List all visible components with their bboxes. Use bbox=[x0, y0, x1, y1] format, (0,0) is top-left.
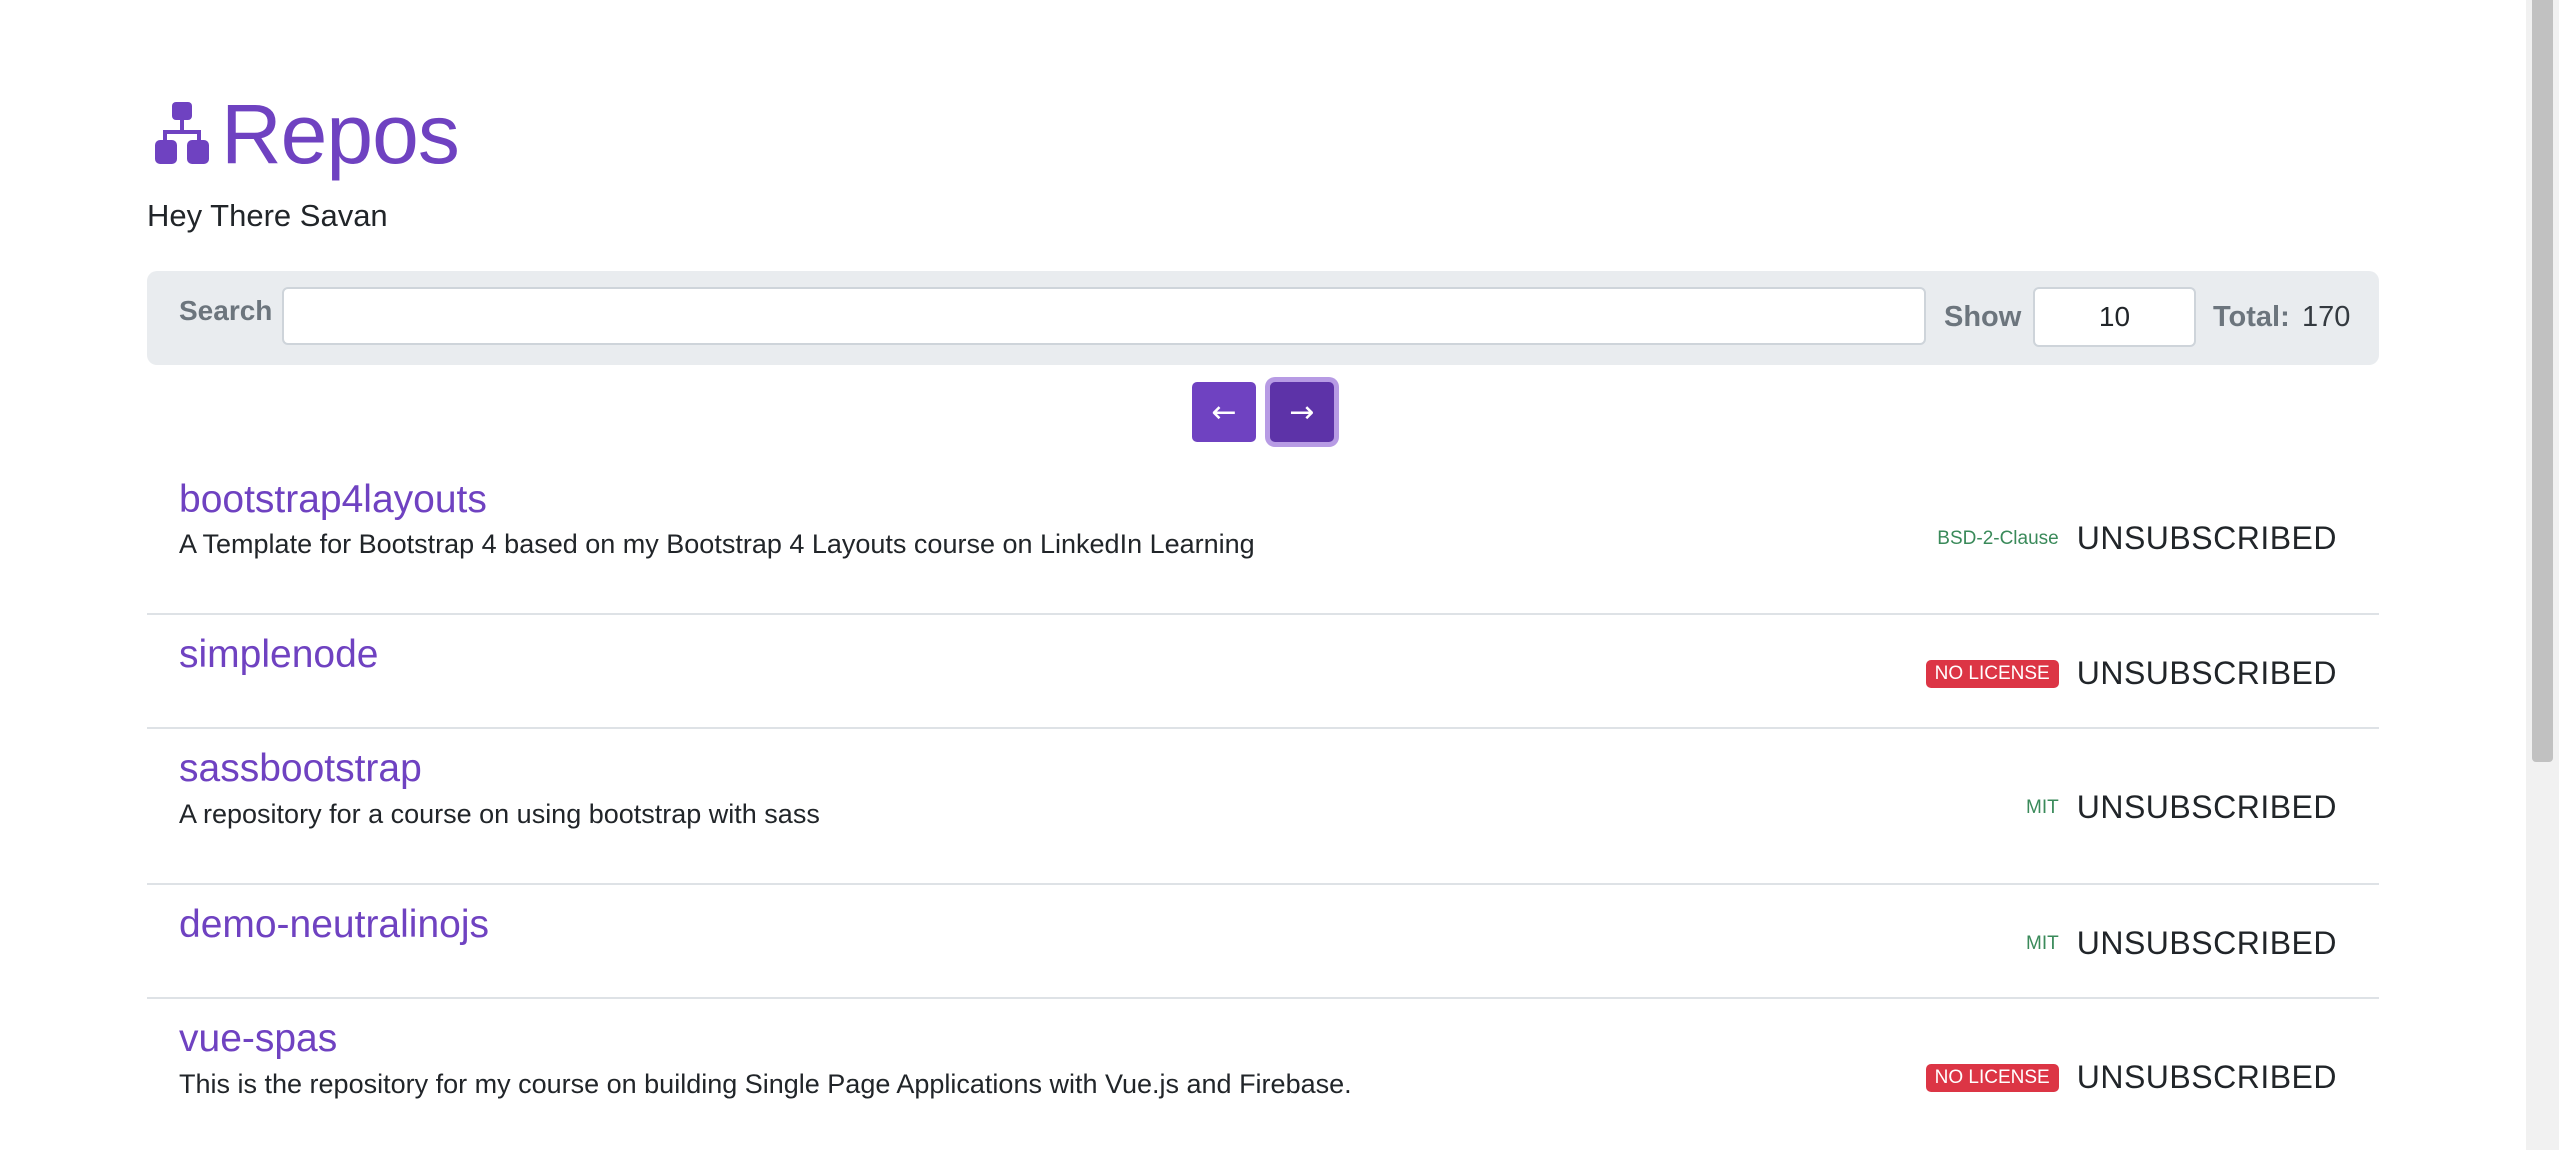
repo-name-link[interactable]: sassbootstrap bbox=[179, 747, 422, 791]
license-badge: MIT bbox=[2026, 932, 2059, 954]
page-header: Repos bbox=[155, 84, 460, 184]
search-toolbar: Search Show Total: 170 bbox=[147, 271, 2379, 365]
previous-page-button[interactable]: ← bbox=[1192, 382, 1256, 442]
total-label: Total: bbox=[2213, 301, 2290, 333]
repo-item: sassbootstrap A repository for a course … bbox=[147, 729, 2379, 885]
repo-meta: MIT UNSUBSCRIBED bbox=[2026, 789, 2337, 826]
subscription-status[interactable]: UNSUBSCRIBED bbox=[2077, 789, 2337, 826]
subscription-status[interactable]: UNSUBSCRIBED bbox=[2077, 1059, 2337, 1096]
repo-item: demo-neutralinojs MIT UNSUBSCRIBED bbox=[147, 885, 2379, 999]
repo-meta: NO LICENSE UNSUBSCRIBED bbox=[1925, 655, 2337, 692]
search-label: Search bbox=[179, 295, 273, 326]
repo-list: bootstrap4layouts A Template for Bootstr… bbox=[147, 455, 2379, 1149]
total-count: 170 bbox=[2302, 301, 2351, 333]
repo-item: simplenode NO LICENSE UNSUBSCRIBED bbox=[147, 615, 2379, 729]
page: Repos Hey There Savan Search Show Total:… bbox=[0, 0, 2559, 1150]
greeting-text: Hey There Savan bbox=[147, 198, 388, 233]
subscription-status[interactable]: UNSUBSCRIBED bbox=[2077, 520, 2337, 557]
no-license-badge: NO LICENSE bbox=[1925, 1063, 2059, 1092]
arrow-right-icon: → bbox=[1289, 394, 1315, 430]
repo-description: This is the repository for my course on … bbox=[179, 1069, 1352, 1099]
repo-meta: NO LICENSE UNSUBSCRIBED bbox=[1925, 1059, 2337, 1096]
repo-meta: BSD-2-Clause UNSUBSCRIBED bbox=[1937, 520, 2337, 557]
repo-description: A repository for a course on using boots… bbox=[179, 799, 820, 829]
no-license-badge: NO LICENSE bbox=[1925, 659, 2059, 688]
vertical-scrollbar[interactable] bbox=[2526, 0, 2559, 1150]
license-badge: BSD-2-Clause bbox=[1937, 527, 2059, 549]
scrollbar-thumb[interactable] bbox=[2532, 0, 2553, 762]
page-title: Repos bbox=[221, 87, 460, 181]
repo-name-link[interactable]: demo-neutralinojs bbox=[179, 903, 489, 947]
repo-item: vue-spas This is the repository for my c… bbox=[147, 999, 2379, 1149]
repo-name-link[interactable]: vue-spas bbox=[179, 1017, 337, 1061]
arrow-left-icon: ← bbox=[1211, 394, 1237, 430]
page-size-input[interactable] bbox=[2033, 287, 2196, 347]
repo-name-link[interactable]: bootstrap4layouts bbox=[179, 478, 487, 522]
show-label: Show bbox=[1944, 301, 2022, 333]
subscription-status[interactable]: UNSUBSCRIBED bbox=[2077, 925, 2337, 962]
sitemap-icon bbox=[155, 102, 209, 164]
search-input[interactable] bbox=[282, 287, 1926, 345]
repo-meta: MIT UNSUBSCRIBED bbox=[2026, 925, 2337, 962]
next-page-button[interactable]: → bbox=[1270, 382, 1334, 442]
license-badge: MIT bbox=[2026, 796, 2059, 818]
repo-name-link[interactable]: simplenode bbox=[179, 633, 378, 677]
repo-item: bootstrap4layouts A Template for Bootstr… bbox=[147, 455, 2379, 615]
repo-description: A Template for Bootstrap 4 based on my B… bbox=[179, 529, 1255, 559]
subscription-status[interactable]: UNSUBSCRIBED bbox=[2077, 655, 2337, 692]
pagination: ← → bbox=[1192, 382, 1334, 442]
